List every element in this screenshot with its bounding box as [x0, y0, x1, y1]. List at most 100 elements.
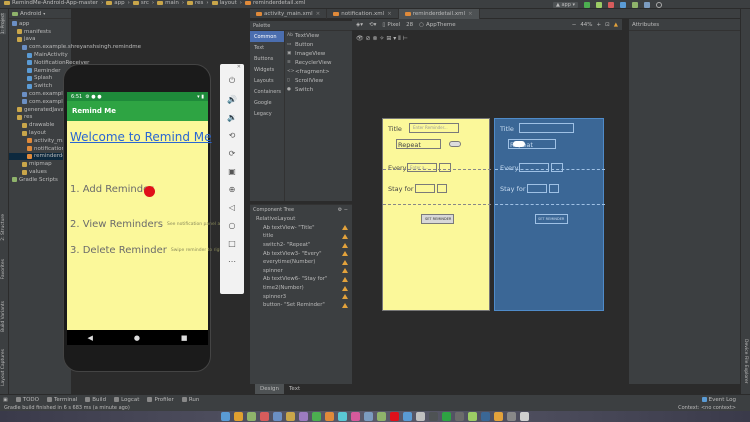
dock-app-icon[interactable] — [377, 412, 386, 421]
zoom-out-icon[interactable]: − — [572, 22, 577, 28]
theme-selector[interactable]: AppTheme — [426, 22, 456, 28]
close-icon[interactable]: × — [468, 11, 473, 17]
component-tree-item[interactable]: RelativeLayout — [250, 215, 352, 224]
design-preview[interactable]: Title Enter Reminder... Repeat Every Ent… — [382, 118, 491, 311]
close-icon[interactable]: × — [387, 11, 392, 17]
breadcrumb-item[interactable]: main — [157, 0, 179, 6]
bottom-tool-button[interactable]: Build — [85, 397, 106, 403]
editor-tab[interactable]: reminderdetail.xml × — [398, 8, 480, 19]
editor-tab[interactable]: notification.xml × — [327, 8, 399, 19]
warning-icon[interactable] — [342, 276, 348, 282]
palette-item[interactable]: ▭ Button — [287, 40, 352, 49]
bottom-tool-button[interactable]: Logcat — [114, 397, 139, 403]
project-tree-item[interactable]: com.example.shreyanshsingh.remindme — [9, 43, 141, 51]
palette-category[interactable]: Common — [250, 31, 284, 42]
bottom-tool-button[interactable]: TODO — [15, 397, 39, 403]
project-tree-item[interactable]: mipmap — [9, 160, 71, 168]
dock-app-icon[interactable] — [351, 412, 360, 421]
project-tree-item[interactable]: generatedJava — [9, 106, 71, 114]
project-tree-item[interactable]: Gradle Scripts — [9, 176, 71, 184]
warning-icon[interactable] — [342, 294, 348, 300]
every-spinner[interactable] — [551, 163, 563, 172]
visibility-icon[interactable]: 👁 ⊘ ⊗ ✧ ⊞ ▾ ⫴ ⊢ — [356, 35, 408, 43]
warning-icon[interactable] — [342, 302, 348, 308]
project-tree-item[interactable]: com.example — [9, 98, 71, 106]
stay-input[interactable] — [527, 184, 547, 193]
project-tree-item[interactable]: reminderdetail.xml — [9, 152, 86, 161]
breadcrumb-item[interactable]: RemindMe-Android-App-master — [4, 0, 98, 6]
palette-category[interactable]: Containers — [250, 86, 284, 97]
dock-app-icon[interactable] — [390, 412, 399, 421]
repeat-switch[interactable] — [396, 139, 441, 149]
component-tree-item[interactable]: title — [250, 232, 352, 241]
palette-item[interactable]: ● Switch — [287, 85, 352, 94]
dock-app-icon[interactable] — [520, 412, 529, 421]
rotate-right-icon[interactable]: ⟳ — [220, 144, 244, 162]
component-tree-item[interactable]: switch2- "Repeat" — [250, 241, 352, 250]
rotate-left-icon[interactable]: ⟲ — [220, 126, 244, 144]
dock-app-icon[interactable] — [247, 412, 256, 421]
build-variants-tool-tab[interactable]: Build Variants — [1, 301, 6, 332]
context-indicator[interactable]: Context: <no context> — [678, 405, 736, 411]
blueprint-preview[interactable]: Title Repeat Every Stay for SET REMINDER — [494, 118, 605, 311]
dock-app-icon[interactable] — [234, 412, 243, 421]
warning-icon[interactable] — [342, 251, 348, 257]
every-input[interactable] — [519, 163, 549, 172]
dock-app-icon[interactable] — [364, 412, 373, 421]
project-tree-item[interactable]: NotificationReceiver — [9, 59, 89, 67]
project-tree-item[interactable]: values — [9, 168, 71, 176]
palette-category[interactable]: Widgets — [250, 64, 284, 75]
dock-app-icon[interactable] — [403, 412, 412, 421]
warning-icon[interactable] — [342, 268, 348, 274]
gradle-sync-icon[interactable] — [620, 1, 626, 8]
warning-icon[interactable] — [342, 259, 348, 265]
palette-item[interactable]: Ab TextView — [287, 31, 352, 40]
palette-category[interactable]: Layouts — [250, 75, 284, 86]
component-tree-item[interactable]: Ab textView6- "Stay for" — [250, 275, 352, 284]
switch-toggle[interactable] — [449, 141, 461, 147]
tab-text[interactable]: Text — [284, 384, 305, 394]
component-tree-item[interactable]: spinner3 — [250, 292, 352, 301]
warning-icon[interactable] — [342, 233, 348, 239]
dock-app-icon[interactable] — [442, 412, 451, 421]
api-selector[interactable]: 28 — [406, 22, 413, 28]
project-view-selector[interactable]: Android ▾ — [9, 9, 71, 19]
stay-spinner[interactable] — [549, 184, 559, 193]
volume-up-icon[interactable]: 🔊 — [220, 90, 244, 108]
palette-item[interactable]: <> <fragment> — [287, 67, 352, 76]
project-tree-item[interactable]: layout — [9, 129, 71, 137]
project-tree-item[interactable]: app — [9, 20, 71, 28]
project-tree-item[interactable]: Reminder — [9, 67, 71, 75]
component-tree-item[interactable]: everytime(Number) — [250, 258, 352, 267]
back-icon[interactable]: ◀ — [87, 334, 92, 342]
overview-icon[interactable]: □ — [220, 234, 244, 252]
dock-app-icon[interactable] — [312, 412, 321, 421]
dock-app-icon[interactable] — [468, 412, 477, 421]
dock-app-icon[interactable] — [507, 412, 516, 421]
breadcrumb-item[interactable]: src — [132, 0, 149, 6]
zoom-in-icon[interactable]: + — [597, 22, 602, 28]
avd-manager-icon[interactable] — [632, 1, 638, 8]
palette-category[interactable]: Text — [250, 42, 284, 53]
dock-app-icon[interactable] — [221, 412, 230, 421]
device-icon[interactable]: ▯ — [382, 22, 385, 28]
warning-icon[interactable] — [342, 225, 348, 231]
stop-icon[interactable] — [608, 1, 614, 8]
every-spinner[interactable] — [439, 163, 451, 172]
breadcrumb-item[interactable]: reminderdetail.xml — [245, 0, 305, 6]
component-tree-item[interactable]: Ab textView- "Title" — [250, 224, 352, 233]
close-icon[interactable]: × — [316, 11, 321, 17]
tab-design[interactable]: Design — [255, 384, 284, 394]
dock-app-icon[interactable] — [273, 412, 282, 421]
project-tree-item[interactable]: drawable — [9, 121, 71, 129]
warning-icon[interactable] — [342, 242, 348, 248]
orientation-icon[interactable]: ⟲▾ — [369, 22, 376, 28]
palette-category[interactable]: Google — [250, 97, 284, 108]
close-icon[interactable]: ✕ — [220, 64, 244, 72]
device-selector[interactable]: Pixel — [387, 22, 400, 28]
gear-icon[interactable]: ⚙ − — [338, 207, 348, 213]
dock-app-icon[interactable] — [299, 412, 308, 421]
component-tree-item[interactable]: time2(Number) — [250, 284, 352, 293]
title-input[interactable] — [519, 123, 574, 133]
component-tree-item[interactable]: spinner — [250, 267, 352, 276]
